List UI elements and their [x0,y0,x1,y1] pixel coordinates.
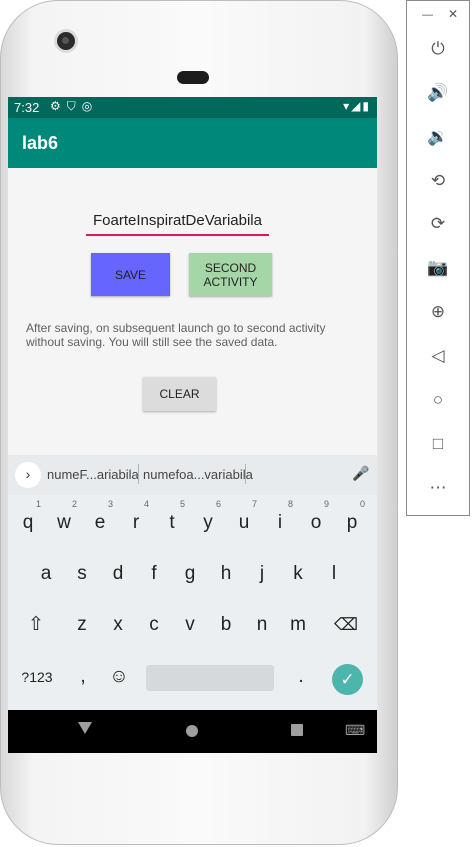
key-a[interactable]: a [31,556,61,592]
sync-icon: ◎ [81,99,99,113]
key-z[interactable]: z [67,607,97,643]
key-j[interactable]: j [247,556,277,592]
nav-back-icon[interactable] [78,722,92,734]
power-icon[interactable]: ⏻ [419,34,457,64]
save-button[interactable]: SAVE [91,253,170,296]
emoji-icon[interactable]: ☺ [104,659,134,695]
backspace-icon[interactable]: ⌫ [331,607,361,643]
space-bar[interactable] [146,665,274,691]
wifi-icon: ▾ [343,99,352,113]
zoom-icon[interactable]: ⊕ [419,297,457,327]
second-activity-button[interactable]: SECOND ACTIVITY [189,253,272,296]
nav-recents-icon[interactable] [291,724,303,736]
settings-icon: ⚙ [50,99,67,113]
key-g[interactable]: g [175,556,205,592]
signal-icon: ◢ [351,99,363,113]
clear-button[interactable]: CLEAR [143,377,216,411]
shield-icon: ⛉ [66,99,82,113]
suggestion-divider [138,464,139,484]
earpiece-speaker [177,71,209,84]
status-left-icons: ⚙⛉◎ [50,99,98,114]
expand-suggestions-icon[interactable]: › [15,462,41,488]
key-b[interactable]: b [211,607,241,643]
rotate-right-icon[interactable]: ⟳ [419,209,457,239]
app-bar: lab6 [8,118,377,168]
home-icon[interactable]: ○ [419,385,457,415]
key-y[interactable]: y6 [193,499,223,541]
status-time: 7:32 [14,100,40,115]
front-camera [57,32,75,50]
key-c[interactable]: c [139,607,169,643]
key-o[interactable]: o9 [301,499,331,541]
key-n[interactable]: n [247,607,277,643]
key-t[interactable]: t5 [157,499,187,541]
app-title: lab6 [22,133,59,153]
nav-home-icon[interactable] [186,725,198,737]
rotate-left-icon[interactable]: ⟲ [419,166,457,196]
suggestion-divider [245,464,246,484]
emulator-control-panel: — ✕ ⏻ 🔊 🔉 ⟲ ⟳ 📷 ⊕ ◁ ○ □ ⋯ [406,0,470,516]
key-u[interactable]: u7 [229,499,259,541]
key-s[interactable]: s [67,556,97,592]
volume-down-icon[interactable]: 🔉 [419,122,457,152]
camera-icon[interactable]: 📷 [419,253,457,283]
key-q[interactable]: q1 [13,499,43,541]
key-x[interactable]: x [103,607,133,643]
key-comma[interactable]: , [68,659,98,695]
more-icon[interactable]: ⋯ [419,473,457,503]
text-input[interactable]: FoarteInspiratDeVariabila [86,212,269,236]
microphone-icon[interactable]: 🎤 [352,465,369,482]
close-icon[interactable]: ✕ [448,7,458,21]
key-period[interactable]: . [286,659,316,695]
key-v[interactable]: v [175,607,205,643]
minimize-icon[interactable]: — [422,9,433,21]
enter-check-icon[interactable]: ✓ [332,664,363,695]
soft-keyboard: › numeF...ariabila numefoa...variabila 🎤… [8,455,377,710]
suggestion-2[interactable]: numefoa...variabila [143,467,253,482]
key-r[interactable]: r4 [121,499,151,541]
keyboard-switch-icon[interactable]: ⌨ [345,722,365,739]
key-m[interactable]: m [283,607,313,643]
status-right-icons: ▾◢▮ [343,99,371,113]
key-l[interactable]: l [319,556,349,592]
shift-icon[interactable]: ⇧ [21,607,51,643]
suggestion-bar: › numeF...ariabila numefoa...variabila 🎤 [8,455,377,495]
symbols-key[interactable]: ?123 [12,659,62,695]
battery-icon: ▮ [362,99,371,113]
volume-up-icon[interactable]: 🔊 [419,78,457,108]
key-e[interactable]: e3 [85,499,115,541]
key-w[interactable]: w2 [49,499,79,541]
overview-icon[interactable]: □ [419,429,457,459]
main-content: FoarteInspiratDeVariabila SAVE SECOND AC… [8,168,377,455]
key-k[interactable]: k [283,556,313,592]
phone-frame: 7:32 ⚙⛉◎ ▾◢▮ lab6 FoarteInspiratDeVariab… [0,0,398,845]
key-h[interactable]: h [211,556,241,592]
hint-text: After saving, on subsequent launch go to… [26,321,326,349]
suggestion-1[interactable]: numeF...ariabila [47,467,139,482]
key-f[interactable]: f [139,556,169,592]
status-bar: 7:32 ⚙⛉◎ ▾◢▮ [8,97,377,118]
device-screen: 7:32 ⚙⛉◎ ▾◢▮ lab6 FoarteInspiratDeVariab… [8,97,377,753]
key-d[interactable]: d [103,556,133,592]
back-icon[interactable]: ◁ [419,341,457,371]
key-i[interactable]: i8 [265,499,295,541]
key-p[interactable]: p0 [337,499,367,541]
navigation-bar: ⌨ [8,710,377,753]
